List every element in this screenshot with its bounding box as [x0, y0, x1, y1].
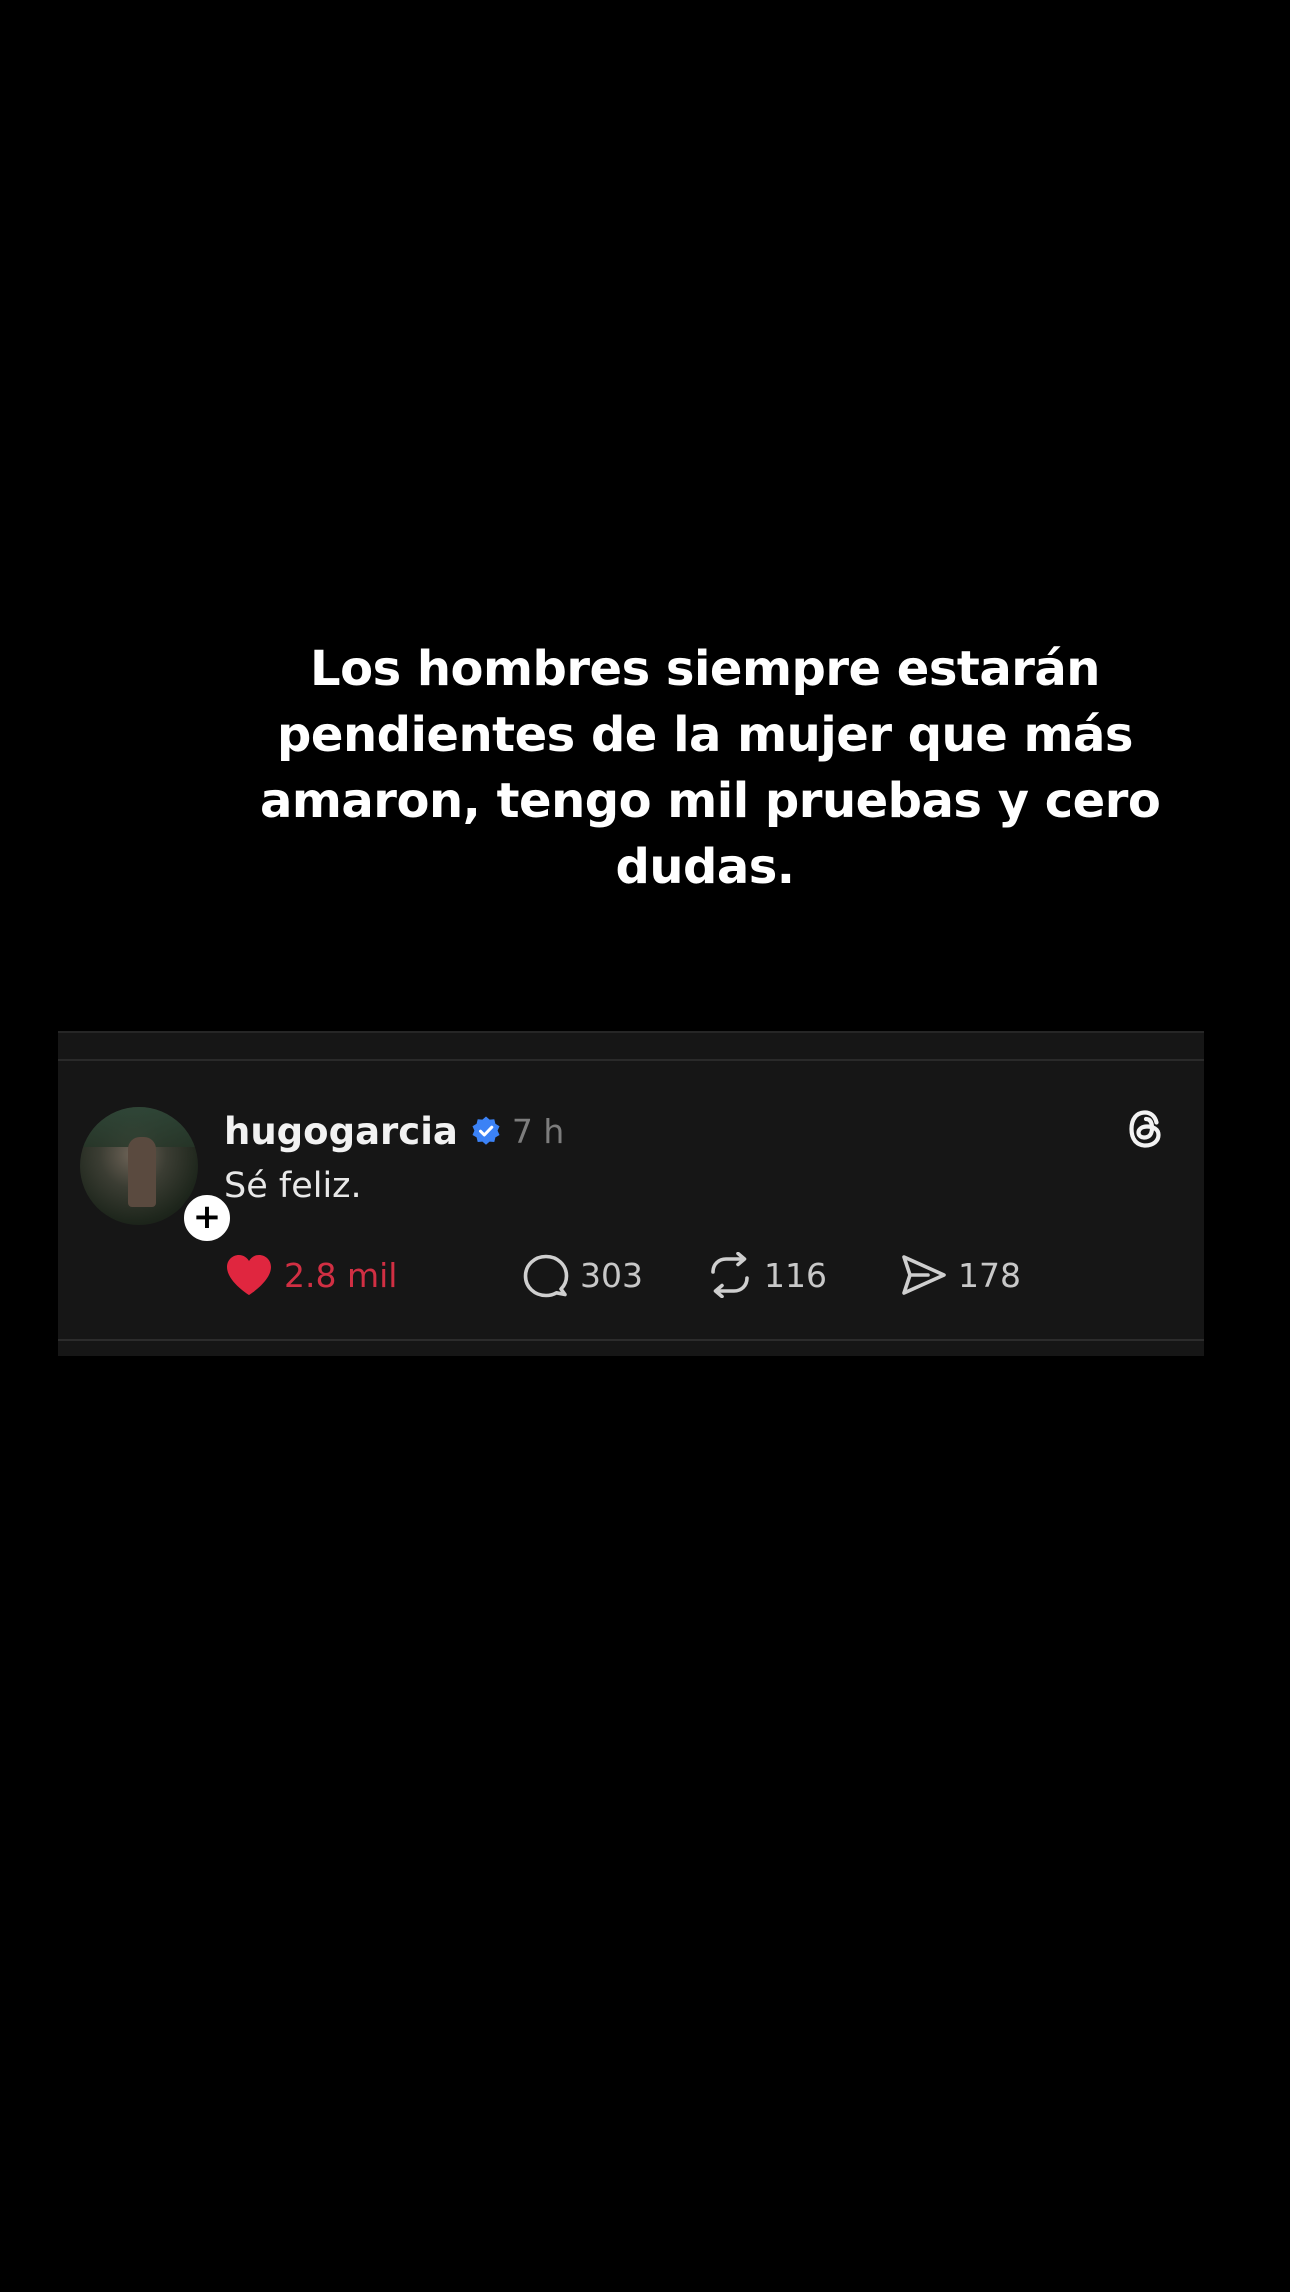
- avatar-figure: [128, 1137, 156, 1207]
- threads-post-card: + hugogarcia 7 h Sé feliz. 2.8 mil 303 1…: [58, 1031, 1204, 1356]
- share-count: 178: [958, 1255, 1021, 1295]
- repost-icon: [711, 1252, 749, 1298]
- like-count: 2.8 mil: [284, 1255, 398, 1295]
- divider: [58, 1059, 1204, 1061]
- like-button[interactable]: 2.8 mil: [224, 1247, 397, 1303]
- caption-line: amaron, tengo mil pruebas y cero: [260, 773, 1161, 829]
- avatar[interactable]: [80, 1107, 198, 1225]
- heart-filled-icon: [227, 1255, 271, 1295]
- avatar-container[interactable]: +: [80, 1107, 234, 1245]
- threads-logo-icon[interactable]: [1120, 1103, 1172, 1155]
- comment-bubble-icon: [523, 1254, 569, 1298]
- verified-badge-icon: [472, 1116, 500, 1145]
- send-arrow-icon: [902, 1255, 946, 1295]
- caption-line: dudas.: [615, 839, 795, 895]
- caption-line: pendientes de la mujer que más: [277, 707, 1133, 763]
- reply-count: 303: [580, 1255, 643, 1295]
- username[interactable]: hugogarcia: [224, 1110, 458, 1153]
- caption-text: Los hombres siempre estarán pendientes d…: [260, 636, 1161, 900]
- post-actions: 2.8 mil 303 116 178: [224, 1247, 1124, 1303]
- caption-line: Los hombres siempre estarán: [310, 641, 1100, 697]
- reply-button[interactable]: 303: [522, 1247, 643, 1303]
- post-text: Sé feliz.: [224, 1166, 362, 1206]
- repost-count: 116: [764, 1255, 827, 1295]
- divider: [58, 1339, 1204, 1341]
- post-header: hugogarcia 7 h: [224, 1106, 564, 1156]
- post-timestamp: 7 h: [511, 1111, 565, 1151]
- repost-button[interactable]: 116: [706, 1247, 827, 1303]
- share-button[interactable]: 178: [900, 1247, 1021, 1303]
